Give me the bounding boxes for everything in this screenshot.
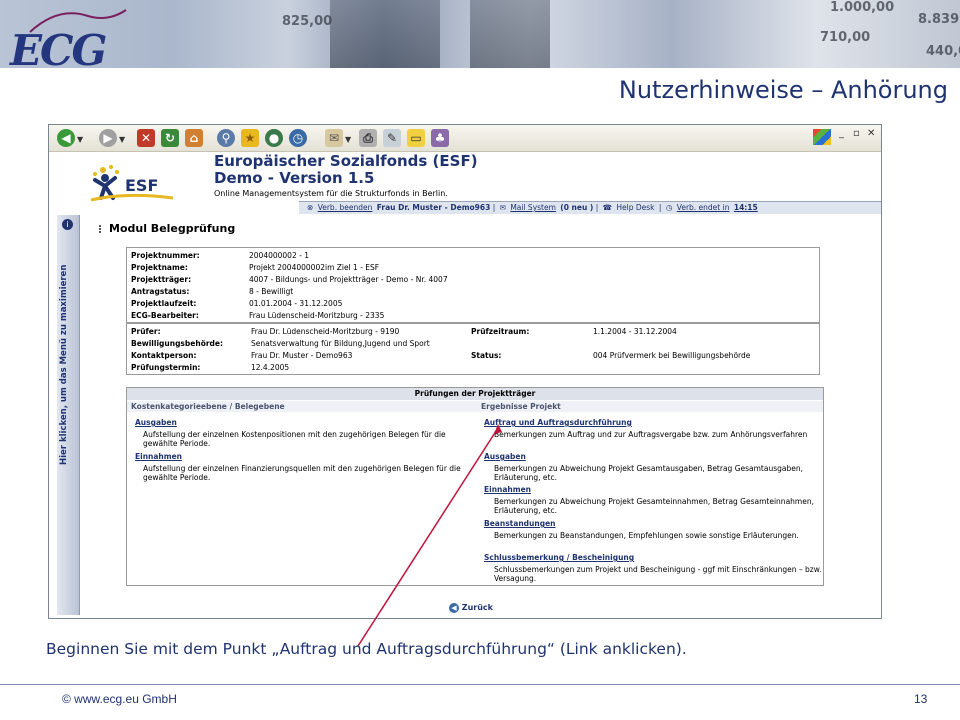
module-title: Modul Belegprüfung xyxy=(109,222,236,235)
pruefungen-box: Prüfungen der Projektträger Kostenkatego… xyxy=(126,387,824,586)
dropdown-icon[interactable]: ▼ xyxy=(119,135,125,144)
link-beanstandungen[interactable]: Beanstandungen xyxy=(484,519,556,528)
dropdown-icon[interactable]: ▼ xyxy=(345,135,351,144)
clock-icon: ◷ xyxy=(665,203,673,212)
column-header-right: Ergebnisse Projekt xyxy=(481,402,561,411)
grip-icon xyxy=(99,225,106,233)
link-ausgaben-projekt[interactable]: Ausgaben xyxy=(484,452,526,461)
back-icon[interactable]: ◀ xyxy=(57,129,75,147)
esf-logo: ESF xyxy=(87,162,175,202)
print-icon[interactable]: ⎙ xyxy=(359,129,377,147)
session-time: 14:15 xyxy=(733,203,758,212)
windows-logo-icon xyxy=(813,129,831,145)
ecg-logo: ECG xyxy=(8,9,127,75)
home-icon[interactable]: ⌂ xyxy=(185,129,203,147)
discuss-icon[interactable]: ▭ xyxy=(407,129,425,147)
back-button[interactable]: ◀ Zurück xyxy=(449,603,493,613)
app-title: Europäischer Sozialfonds (ESF) xyxy=(214,152,478,170)
close-icon[interactable]: ✕ xyxy=(867,128,875,139)
browser-toolbar: ◀ ▼ ▶ ▼ ✕ ↻ ⌂ ⚲ ★ ● ◷ ✉ ▼ ⎙ ✎ ▭ ♣ _ ▫ ✕ xyxy=(49,125,881,152)
banner-number: 8.839,0 xyxy=(918,12,960,27)
mail-system-link[interactable]: Mail System xyxy=(510,203,556,212)
helpdesk-label[interactable]: Help Desk xyxy=(616,203,654,212)
session-status-bar: ⊗ Verb. beenden Frau Dr. Muster - Demo96… xyxy=(299,201,881,214)
banner-number: 825,00 xyxy=(282,14,333,29)
maximize-icon[interactable]: ▫ xyxy=(853,128,860,139)
review-info-box: Prüfer: Frau Dr. Lüdenscheid-Moritzburg … xyxy=(126,323,820,375)
helpdesk-icon: ☎ xyxy=(602,203,613,212)
instruction-caption: Beginnen Sie mit dem Punkt „Auftrag und … xyxy=(46,640,687,658)
banner-photo xyxy=(330,0,440,68)
pruefungen-columns: Kostenkategorieebene / Belegebene Ergebn… xyxy=(127,401,823,412)
refresh-icon[interactable]: ↻ xyxy=(161,129,179,147)
link-einnahmen-belege[interactable]: Einnahmen xyxy=(135,452,182,461)
stop-icon[interactable]: ✕ xyxy=(137,129,155,147)
desc-ausgaben-belege: Aufstellung der einzelnen Kostenposition… xyxy=(143,430,446,448)
favorites-icon[interactable]: ★ xyxy=(241,129,259,147)
sidebar-maximize-menu[interactable]: i Hier klicken, um das Menü zu maximiere… xyxy=(57,215,80,615)
footer-copyright: © www.ecg.eu GmbH xyxy=(62,692,177,706)
forward-icon[interactable]: ▶ xyxy=(99,129,117,147)
pruefungen-header: Prüfungen der Projektträger xyxy=(127,388,823,400)
messenger-icon[interactable]: ♣ xyxy=(431,129,449,147)
page-number: 13 xyxy=(914,692,928,706)
slide-title: Nutzerhinweise – Anhörung xyxy=(618,76,948,104)
project-row: Projektnummer: xyxy=(131,251,200,260)
banner-number: 1.000,00 xyxy=(830,0,895,15)
project-info-box: Projektnummer: 2004000002 - 1 Projektnam… xyxy=(126,247,820,323)
search-icon[interactable]: ⚲ xyxy=(217,129,235,147)
user-name: Frau Dr. Muster - Demo963 xyxy=(376,203,491,212)
mail-icon[interactable]: ✉ xyxy=(500,203,506,212)
link-ausgaben-belege[interactable]: Ausgaben xyxy=(135,418,177,427)
link-schlussbemerkung[interactable]: Schlussbemerkung / Bescheinigung xyxy=(484,553,634,562)
browser-screenshot: ◀ ▼ ▶ ▼ ✕ ↻ ⌂ ⚲ ★ ● ◷ ✉ ▼ ⎙ ✎ ▭ ♣ _ ▫ ✕ … xyxy=(48,124,882,619)
end-session-icon[interactable]: ⊗ xyxy=(307,203,313,212)
desc-einnahmen-projekt: Bemerkungen zu Abweichung Projekt Gesamt… xyxy=(494,497,814,515)
mail-count: (0 neu ) xyxy=(560,203,594,212)
app-version: Demo - Version 1.5 xyxy=(214,169,375,187)
link-auftrag[interactable]: Auftrag und Auftragsdurchführung xyxy=(484,418,632,427)
edit-icon[interactable]: ✎ xyxy=(383,129,401,147)
back-arrow-icon: ◀ xyxy=(449,603,459,613)
banner-number: 440,0 xyxy=(926,44,960,59)
info-icon[interactable]: i xyxy=(62,219,73,230)
dropdown-icon[interactable]: ▼ xyxy=(77,135,83,144)
media-icon[interactable]: ● xyxy=(265,129,283,147)
banner-number: 710,00 xyxy=(820,30,871,45)
banner-photo xyxy=(470,0,550,68)
end-session-link[interactable]: Verb. beenden xyxy=(318,203,373,212)
desc-beanstandungen: Bemerkungen zu Beanstandungen, Empfehlun… xyxy=(494,531,799,540)
desc-einnahmen-belege: Aufstellung der einzelnen Finanzierungsq… xyxy=(143,464,461,482)
session-end-label: Verb. endet in xyxy=(676,203,730,212)
desc-ausgaben-projekt: Bemerkungen zu Abweichung Projekt Gesamt… xyxy=(494,464,803,482)
history-icon[interactable]: ◷ xyxy=(289,129,307,147)
column-header-left: Kostenkategorieebene / Belegebene xyxy=(131,402,285,411)
app-subtitle: Online Managementsystem für die Struktur… xyxy=(214,189,448,198)
link-einnahmen-projekt[interactable]: Einnahmen xyxy=(484,485,531,494)
header-banner: 825,00 8.839,0 710,00 440,0 1.000,00 xyxy=(0,0,960,68)
desc-schlussbemerkung: Schlussbemerkungen zum Projekt und Besch… xyxy=(494,565,822,583)
mail-icon[interactable]: ✉ xyxy=(325,129,343,147)
footer-divider xyxy=(0,684,960,685)
sidebar-hint[interactable]: Hier klicken, um das Menü zu maximieren xyxy=(59,265,69,465)
minimize-icon[interactable]: _ xyxy=(839,128,844,139)
desc-auftrag: Bemerkungen zum Auftrag und zur Auftrags… xyxy=(494,430,808,439)
